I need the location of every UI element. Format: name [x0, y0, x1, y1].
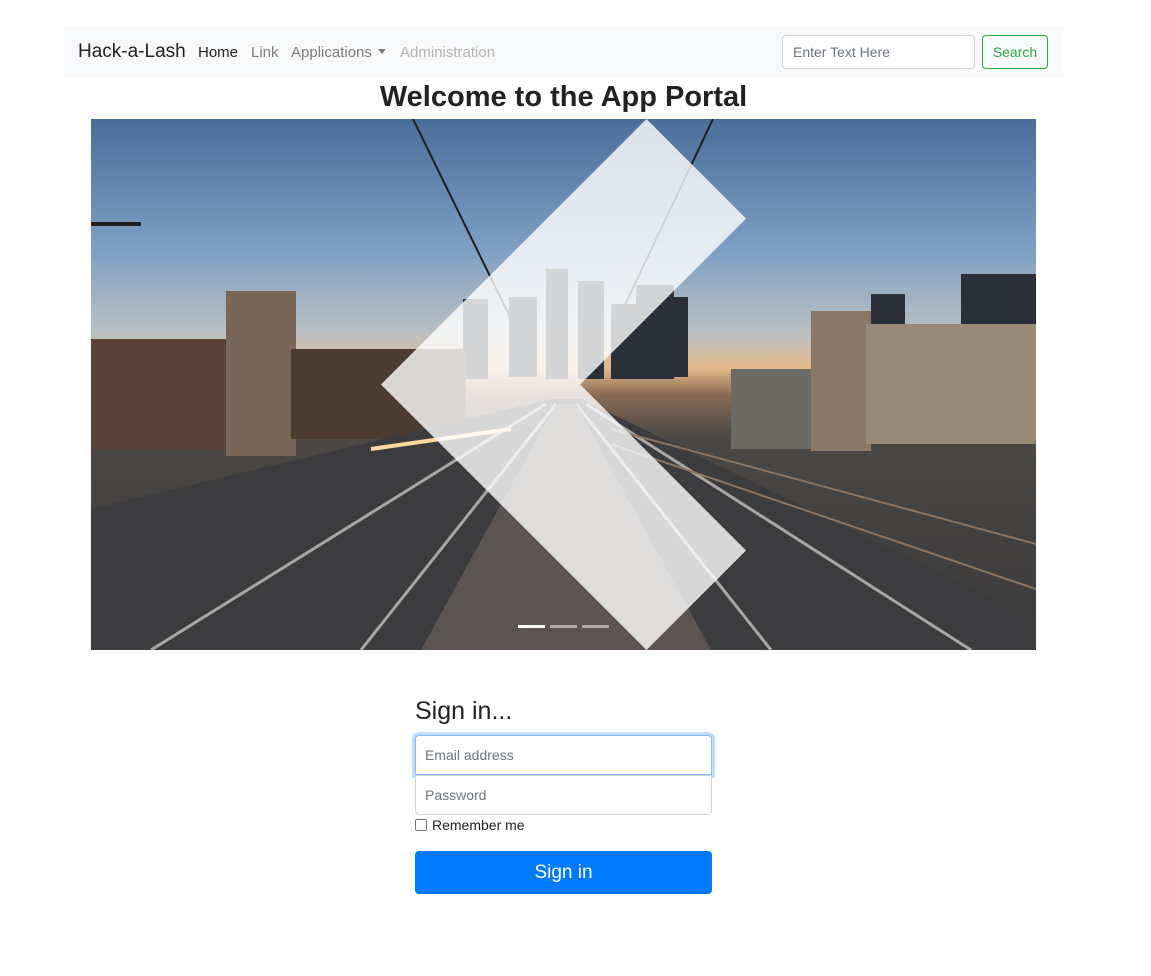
signin-heading: Sign in...	[415, 697, 513, 725]
carousel-indicators	[91, 625, 1036, 628]
image-carousel	[91, 119, 1036, 650]
search-button[interactable]: Search	[982, 35, 1048, 69]
carousel-indicator[interactable]	[582, 625, 609, 628]
nav-applications-dropdown[interactable]: Applications	[291, 44, 386, 61]
nav-link[interactable]: Link	[251, 44, 279, 61]
password-field[interactable]	[415, 775, 712, 815]
search-input[interactable]	[782, 35, 975, 69]
nav-administration: Administration	[400, 44, 496, 61]
remember-me-label[interactable]: Remember me	[432, 817, 525, 833]
sign-in-button[interactable]: Sign in	[415, 851, 712, 894]
carousel-indicator[interactable]	[550, 625, 577, 628]
carousel-indicator[interactable]	[518, 625, 545, 628]
chevron-left-icon	[380, 119, 747, 650]
carousel-next-button[interactable]	[941, 119, 1036, 650]
nav-home[interactable]: Home	[198, 44, 238, 61]
remember-me: Remember me	[415, 817, 525, 833]
email-field[interactable]	[415, 735, 712, 775]
caret-down-icon	[377, 49, 386, 55]
chevron-right-icon	[941, 119, 1036, 650]
nav-applications-label: Applications	[291, 44, 372, 61]
brand-link[interactable]: Hack-a-Lash	[78, 41, 186, 63]
carousel-prev-button[interactable]	[91, 119, 747, 650]
navbar: Hack-a-Lash Home Link Applications Admin…	[64, 27, 1063, 77]
page-title: Welcome to the App Portal	[379, 81, 748, 113]
remember-me-checkbox[interactable]	[415, 819, 427, 831]
